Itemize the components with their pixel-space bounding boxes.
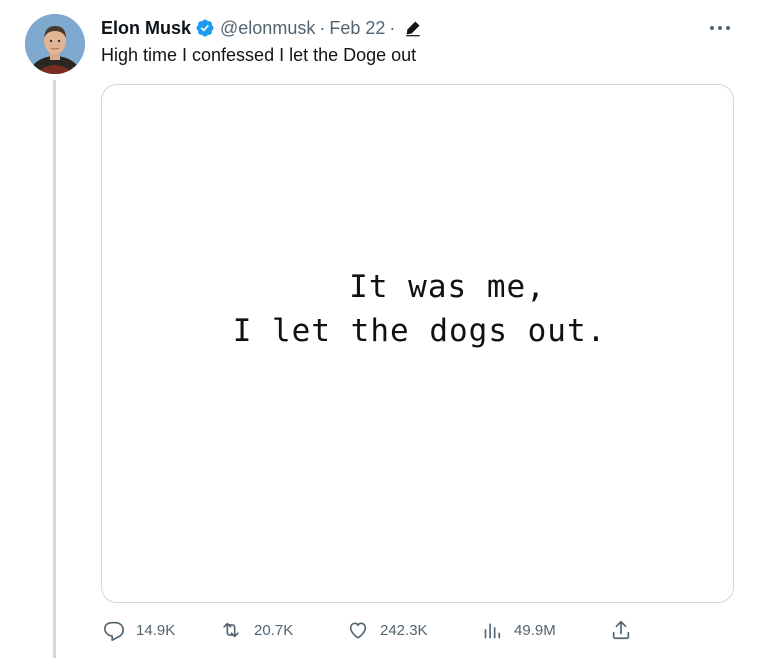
tweet-card[interactable]: Elon Musk @elonmusk · Feb 22 · High time… [0,0,767,658]
tweet-media-image[interactable]: It was me, I let the dogs out. [101,84,734,603]
repost-button[interactable]: 20.7K [219,617,293,643]
views-count: 49.9M [514,621,556,639]
reply-count: 14.9K [136,621,176,639]
media-caption-line-1: It was me, [349,269,546,305]
more-options-button[interactable] [707,18,733,38]
share-button[interactable] [610,617,632,643]
edit-pencil-icon[interactable] [403,18,423,38]
like-count: 242.3K [380,621,428,639]
like-button[interactable]: 242.3K [347,617,428,643]
views-button[interactable]: 49.9M [481,617,556,643]
reply-button[interactable]: 14.9K [103,617,175,643]
views-chart-icon [484,623,501,639]
repost-count: 20.7K [254,621,294,639]
tweet-actions: 14.9K 20.7K 242.3K 49.9M [101,617,641,643]
verified-badge-icon[interactable] [195,18,215,38]
tweet-header: Elon Musk @elonmusk · Feb 22 · [101,16,423,40]
author-handle[interactable]: @elonmusk [220,18,315,39]
thread-line [53,80,56,658]
avatar-portrait-icon [25,14,85,74]
reply-icon [104,621,124,641]
separator-dot: · [319,17,326,38]
avatar[interactable] [25,14,85,74]
heart-icon [349,622,367,639]
author-name[interactable]: Elon Musk [101,18,191,39]
separator-dot: · [389,17,396,38]
repost-icon [223,622,239,638]
tweet-date[interactable]: Feb 22 [329,18,385,39]
media-caption: It was me, I let the dogs out. [102,265,733,353]
more-dots-icon [710,26,730,30]
share-icon [612,620,630,640]
media-caption-line-2: I let the dogs out. [232,313,607,349]
tweet-text: High time I confessed I let the Doge out [101,45,417,65]
